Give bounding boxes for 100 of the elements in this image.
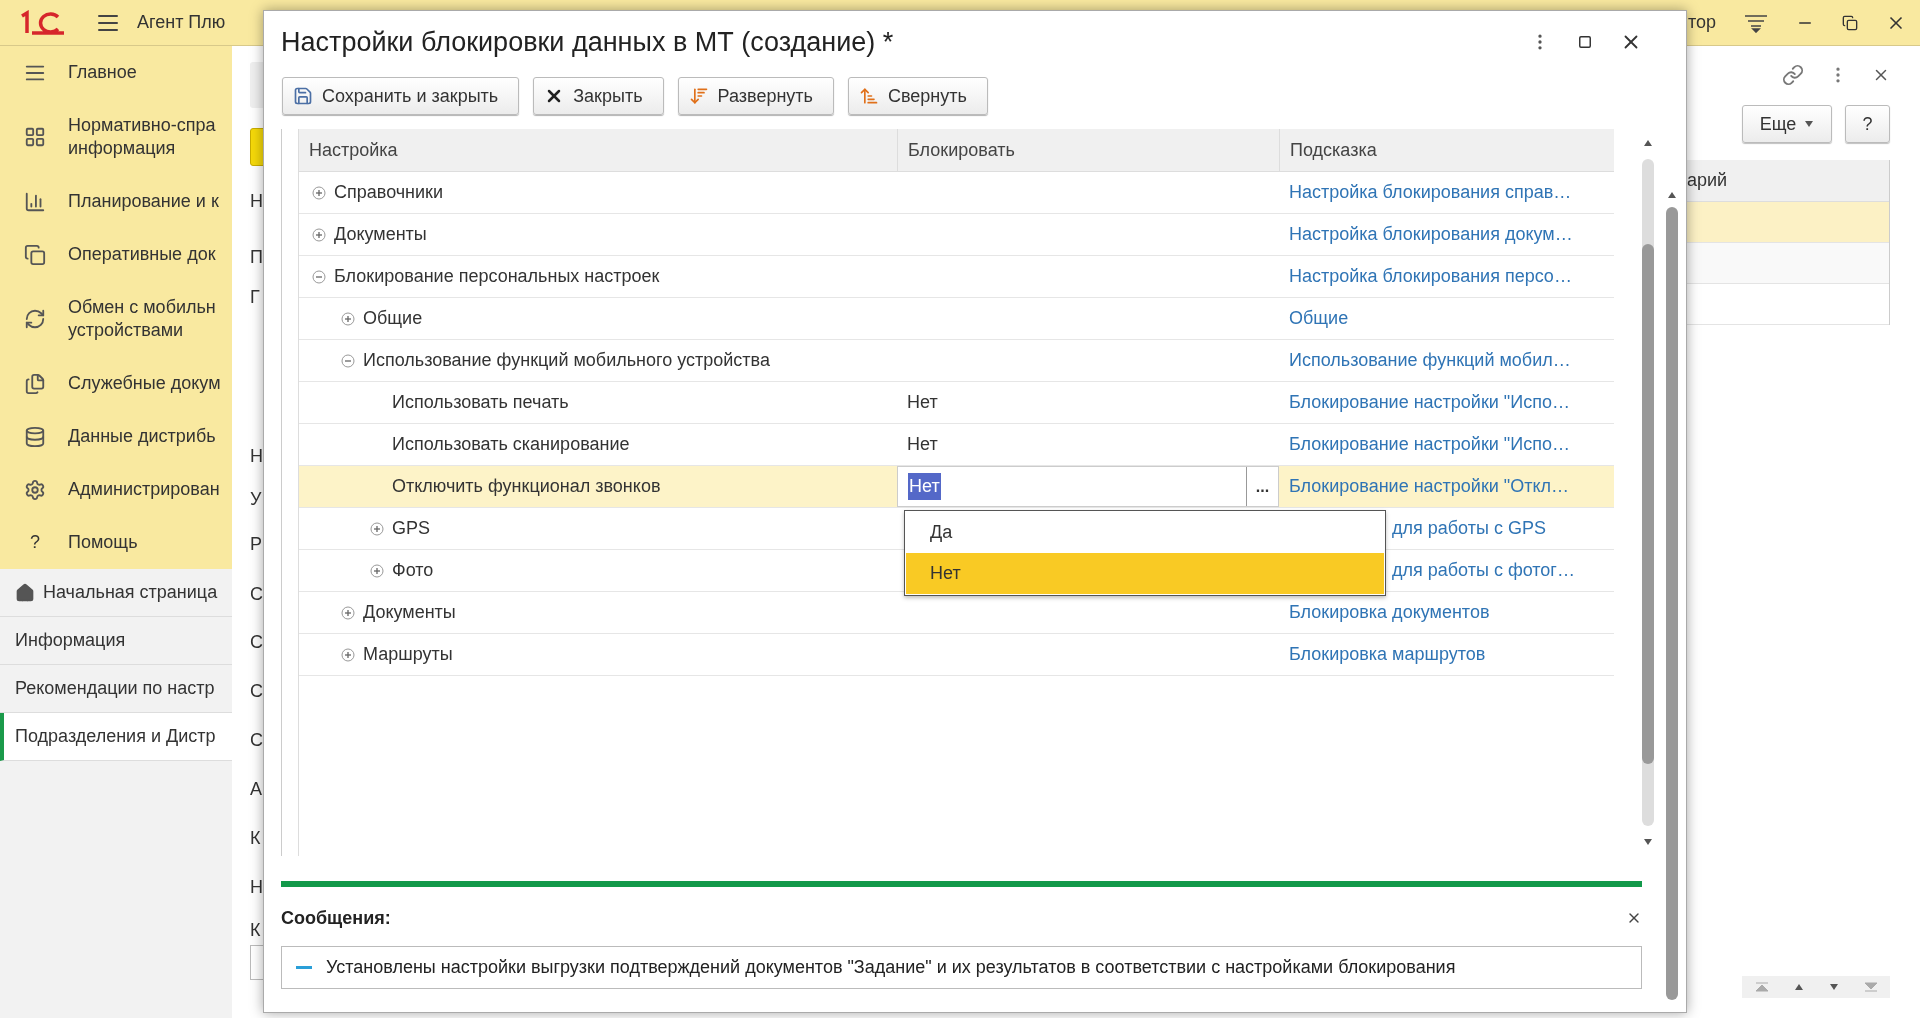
messages-title: Сообщения: (281, 906, 391, 930)
section-item[interactable]: Главное (0, 46, 232, 99)
form-label: К (250, 919, 261, 941)
scroll-down-icon[interactable] (1828, 983, 1839, 991)
form-label: Н (250, 876, 263, 898)
expand-icon[interactable] (341, 311, 355, 326)
toolbar-button[interactable]: Развернуть (677, 77, 834, 115)
form-label: С (250, 631, 263, 653)
settings-icon (24, 478, 46, 501)
collapse-icon[interactable] (341, 353, 355, 368)
hint-link[interactable]: для работы с фотог… (1392, 557, 1575, 584)
setting-name: Маршруты (363, 643, 453, 666)
value-text: Нет (906, 433, 938, 456)
app-title: Агент Плю (137, 11, 226, 34)
hint-link[interactable]: Общие (1289, 305, 1349, 332)
setting-name: Использовать сканирование (392, 433, 630, 456)
help-button[interactable]: ? (1845, 105, 1890, 143)
form-label: Н (250, 190, 263, 212)
column-header: арий (1687, 160, 1889, 202)
scroll-up-icon[interactable] (1793, 983, 1804, 991)
link-icon[interactable] (1782, 64, 1804, 86)
form-label: С (250, 583, 263, 605)
message-text: Установлены настройки выгрузки подтверждений документов "Задание" и их результатов в соответствии с настройками блокирования (326, 956, 1456, 979)
setting-name: Документы (363, 601, 456, 624)
section-item[interactable]: ? Помощь (0, 516, 232, 569)
hint-link[interactable]: Настройка блокирования справ… (1289, 179, 1572, 206)
restore-icon[interactable] (1842, 14, 1858, 31)
logo-icon[interactable] (18, 9, 66, 36)
setting-name: Использование функций мобильного устройства (363, 349, 770, 372)
toolbar-button[interactable]: Закрыть (533, 77, 664, 115)
setting-name: GPS (392, 517, 430, 540)
sort-down-icon (688, 86, 709, 106)
hint-link[interactable]: Блокировка маршрутов (1289, 641, 1486, 668)
scroll-down-icon[interactable] (1642, 838, 1653, 846)
form-label: Н (250, 445, 263, 467)
setting-name: Фото (392, 559, 434, 582)
form-label: У (250, 488, 262, 510)
open-tab[interactable]: Подразделения и Дистр (0, 713, 232, 761)
column-header[interactable]: Настройка (299, 129, 897, 171)
expand-icon[interactable] (370, 521, 384, 536)
section-item[interactable]: Планирование и к (0, 175, 232, 228)
form-label: Р (250, 533, 262, 555)
hint-link[interactable]: Блокирование настройки "Откл… (1289, 473, 1570, 500)
dash-icon (296, 966, 312, 969)
setting-name: Блокирование персональных настроек (334, 265, 660, 288)
user-name: тор (1688, 11, 1717, 34)
hint-link[interactable]: Блокирование настройки "Испо… (1289, 431, 1570, 458)
expand-icon[interactable] (341, 647, 355, 662)
setting-name: Справочники (334, 181, 444, 204)
hint-link[interactable]: Настройка блокирования докум… (1289, 221, 1573, 248)
form-label: А (250, 778, 262, 800)
dropdown-option[interactable]: Нет (906, 553, 1384, 594)
expand-icon[interactable] (312, 185, 326, 200)
sync-icon (24, 308, 46, 330)
setting-name: Общие (363, 307, 423, 330)
section-item[interactable]: Служебные докум (0, 357, 232, 410)
more-button[interactable]: Еще (1742, 105, 1832, 143)
toolbar-button[interactable]: Сохранить и закрыть (282, 77, 520, 115)
scroll-up-icon[interactable] (1667, 191, 1677, 199)
hint-link[interactable]: Настройка блокирования персо… (1289, 263, 1572, 290)
collapse-icon[interactable] (312, 269, 326, 284)
scrollbar-track[interactable] (1641, 159, 1654, 826)
form-label: С (250, 680, 263, 702)
hint-link[interactable]: Блокировка документов (1289, 599, 1490, 626)
hint-link[interactable]: Блокирование настройки "Испо… (1289, 389, 1570, 416)
toolbar-button[interactable]: Свернуть (847, 77, 988, 115)
expand-icon[interactable] (341, 605, 355, 620)
form-label: С (250, 729, 263, 751)
scroll-up-icon[interactable] (1642, 139, 1653, 147)
setting-name: Отключить функционал звонков (392, 475, 661, 498)
section-item[interactable]: Оперативные док (0, 228, 232, 281)
bar-chart-icon (24, 190, 46, 213)
column-header[interactable]: Подсказка (1279, 129, 1615, 171)
expand-icon[interactable] (312, 227, 326, 242)
home-icon (15, 582, 35, 603)
database-icon (24, 425, 46, 448)
help-icon: ? (24, 529, 46, 556)
setting-name: Использовать печать (392, 391, 569, 414)
section-item[interactable]: Администрирован (0, 463, 232, 516)
section-item[interactable]: Данные дистрибь (0, 410, 232, 463)
form-label: К (250, 827, 261, 849)
scrollbar-thumb[interactable] (1666, 207, 1678, 1000)
pages-icon (24, 243, 46, 266)
form-label: П (250, 246, 263, 268)
column-header[interactable]: Блокировать (897, 129, 1279, 171)
open-tab[interactable]: Начальная страница (0, 569, 232, 617)
hint-link[interactable]: Использование функций мобил… (1289, 347, 1571, 374)
documents-icon (24, 372, 46, 395)
scrollbar-thumb[interactable] (1641, 244, 1654, 764)
maximize-icon[interactable] (1578, 35, 1592, 49)
hint-link[interactable]: для работы с GPS (1392, 515, 1546, 542)
section-item[interactable]: Обмен с мобильн устройствами (0, 281, 232, 357)
open-tab[interactable]: Информация (0, 617, 232, 665)
filter-icon[interactable] (1744, 12, 1769, 33)
grid-icon (24, 126, 46, 148)
caret-icon[interactable] (1804, 120, 1815, 128)
sort-up-icon (858, 86, 879, 106)
section-item[interactable]: Нормативно-спра информация (0, 99, 232, 175)
expand-icon[interactable] (370, 563, 384, 578)
setting-name: Документы (334, 223, 427, 246)
